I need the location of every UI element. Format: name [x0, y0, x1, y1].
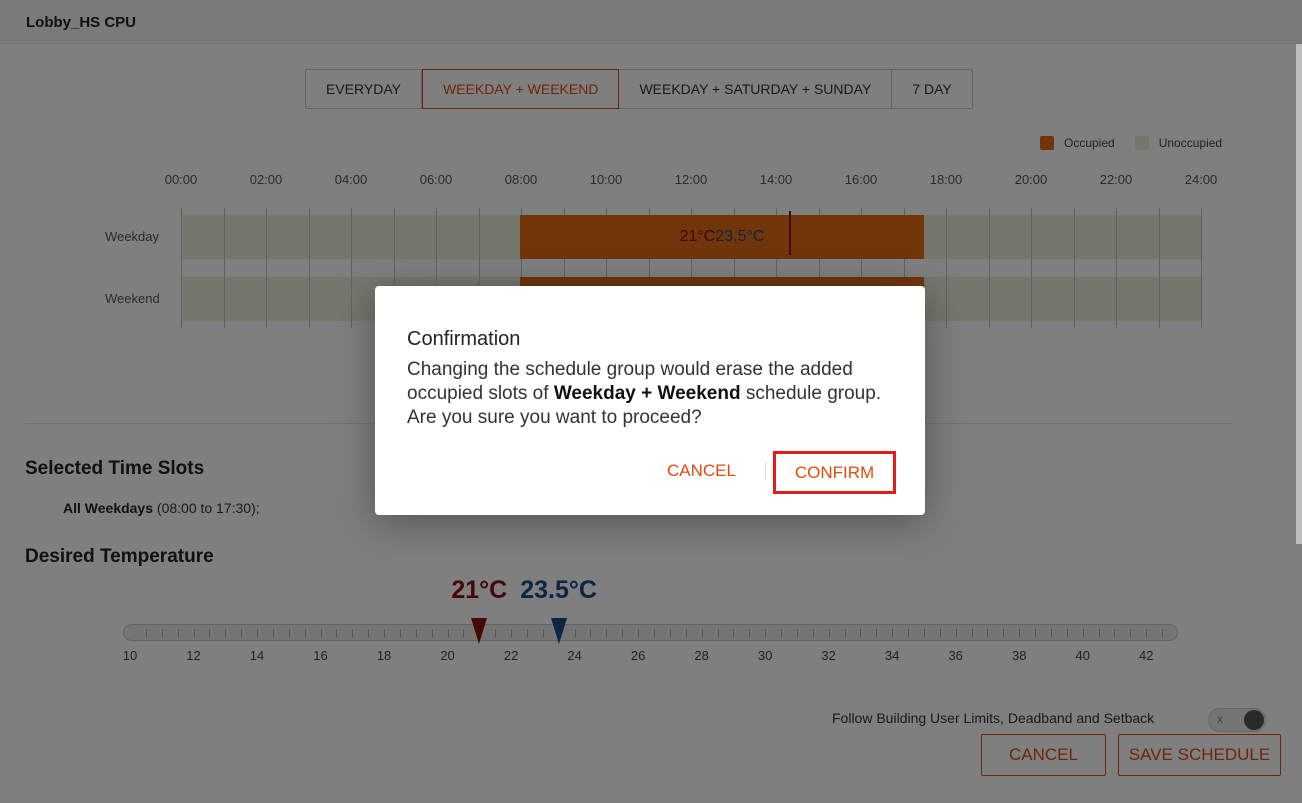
scrollbar[interactable] — [1296, 44, 1302, 544]
dialog-message: Changing the schedule group would erase … — [407, 358, 907, 430]
dialog-message-group: Weekday + Weekend — [553, 383, 741, 404]
confirmation-dialog: Confirmation Changing the schedule group… — [375, 286, 925, 515]
dialog-title: Confirmation — [407, 328, 521, 350]
dialog-cancel-button[interactable]: CANCEL — [667, 461, 736, 481]
dialog-button-separator — [765, 462, 766, 480]
dialog-confirm-button[interactable]: CONFIRM — [773, 451, 896, 494]
